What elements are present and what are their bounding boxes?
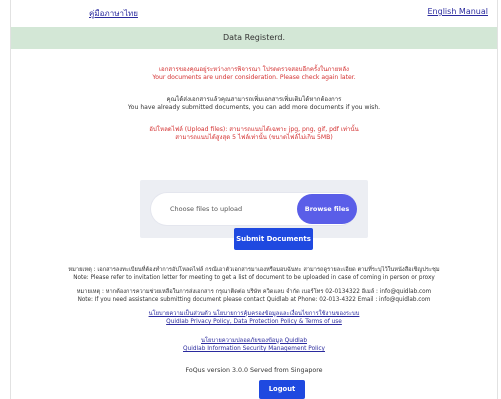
- consideration-thai: เอกสารของคุณอยู่ระหว่างการพิจารณา โปรดตร…: [158, 66, 350, 73]
- assist-english: Note: If you need assistance submitting …: [77, 297, 431, 303]
- status-banner: Data Registerd.: [11, 27, 497, 49]
- thai-manual-link[interactable]: คู่มือภาษาไทย: [89, 7, 138, 20]
- browse-files-button[interactable]: Browse files: [297, 194, 357, 224]
- upload-rules-line1: อัปโหลดไฟล์ (Upload files): สามารถแนบได้…: [149, 126, 359, 133]
- security-policy-link-thai[interactable]: นโยบายความปลอดภัยของข้อมูล Quidlab: [11, 338, 497, 345]
- upload-rules-line2: สามารถแนบได้สูงสุด 5 ไฟล์เท่านั้น (ขนาดไ…: [175, 134, 333, 141]
- file-upload-placeholder: Choose files to upload: [170, 205, 243, 213]
- english-manual-link[interactable]: English Manual: [428, 7, 489, 16]
- top-bar: คู่มือภาษาไทย English Manual: [11, 0, 497, 25]
- privacy-policy-link-thai[interactable]: นโยบายความเป็นส่วนตัว นโยบายการคุ้มครองข…: [11, 311, 497, 318]
- page-frame: คู่มือภาษาไทย English Manual Data Regist…: [10, 0, 498, 399]
- assist-thai: หมายเหตุ : หากต้องการความช่วยเหลือในการส…: [76, 289, 432, 295]
- remark-english: Note: Please refer to invitation letter …: [73, 275, 435, 281]
- logout-button[interactable]: Logout: [259, 380, 305, 399]
- security-policy-link-english[interactable]: Quidlab Information Security Management …: [11, 346, 497, 353]
- version-text: FoQus version 3.0.0 Served from Singapor…: [185, 367, 323, 374]
- submitted-english: You have already submitted documents, yo…: [127, 104, 381, 111]
- submit-documents-button[interactable]: Submit Documents: [234, 228, 313, 250]
- file-upload-field[interactable]: Choose files to upload Browse files: [151, 193, 357, 225]
- privacy-policy-link-english[interactable]: Quidlab Privacy Policy, Data Protection …: [11, 319, 497, 326]
- submitted-thai: คุณได้ส่งเอกสารแล้วคุณสามารถเพิ่มเอกสารเ…: [166, 96, 342, 103]
- status-banner-title: Data Registerd.: [222, 33, 286, 42]
- consideration-english: Your documents are under consideration. …: [152, 74, 356, 81]
- remark-thai: หมายเหตุ : เอกสารลงทะเบียนที่ต้องทำการอั…: [68, 267, 440, 273]
